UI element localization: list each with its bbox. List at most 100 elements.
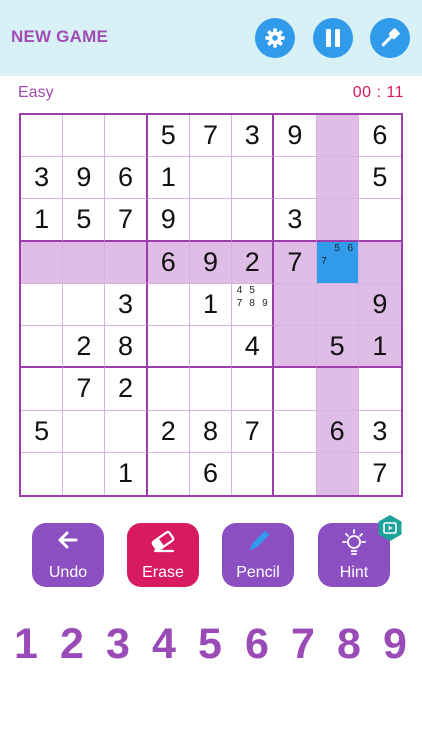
- number-key-9[interactable]: 9: [377, 618, 413, 670]
- sudoku-cell[interactable]: 3: [105, 283, 148, 327]
- sudoku-cell[interactable]: 5: [147, 115, 190, 158]
- sudoku-cell[interactable]: 45789: [232, 283, 275, 327]
- sudoku-cell[interactable]: [316, 115, 359, 158]
- sudoku-cell[interactable]: [232, 452, 275, 495]
- cell-value: 2: [76, 330, 92, 361]
- sudoku-cell[interactable]: [316, 283, 359, 327]
- sudoku-cell[interactable]: [105, 241, 148, 284]
- sudoku-cell[interactable]: [189, 157, 233, 200]
- sudoku-cell[interactable]: 3: [358, 411, 401, 453]
- sudoku-cell[interactable]: 9: [147, 199, 190, 242]
- sudoku-cell[interactable]: [232, 368, 275, 411]
- sudoku-cell[interactable]: [189, 326, 233, 369]
- sudoku-cell[interactable]: 9: [274, 115, 317, 158]
- sudoku-cell[interactable]: [232, 199, 275, 242]
- sudoku-cell[interactable]: 2: [232, 241, 275, 284]
- sudoku-cell[interactable]: [189, 199, 233, 242]
- new-game-button[interactable]: NEW GAME: [11, 27, 108, 47]
- number-key-3[interactable]: 3: [100, 618, 136, 670]
- sudoku-cell[interactable]: [274, 452, 317, 495]
- sudoku-cell[interactable]: [232, 157, 275, 200]
- sudoku-cell[interactable]: [21, 115, 64, 158]
- undo-button[interactable]: Undo: [32, 523, 104, 587]
- sudoku-cell[interactable]: [21, 326, 64, 369]
- sudoku-cell[interactable]: [21, 368, 64, 411]
- sudoku-cell[interactable]: 6: [190, 452, 233, 495]
- sudoku-cell[interactable]: [358, 241, 401, 284]
- erase-button[interactable]: Erase: [127, 523, 199, 587]
- sudoku-cell[interactable]: 3: [21, 157, 64, 200]
- sudoku-cell[interactable]: 6: [316, 410, 359, 453]
- number-key-8[interactable]: 8: [331, 618, 367, 670]
- sudoku-cell[interactable]: [63, 241, 106, 284]
- sudoku-cell[interactable]: 6: [147, 241, 190, 284]
- sudoku-cell[interactable]: [105, 115, 148, 158]
- sudoku-cell[interactable]: 3: [232, 115, 275, 158]
- number-key-2[interactable]: 2: [54, 618, 90, 670]
- sudoku-cell[interactable]: 5: [21, 410, 64, 453]
- sudoku-cell[interactable]: 8: [189, 410, 233, 453]
- sudoku-cell[interactable]: [316, 157, 359, 200]
- sudoku-cell[interactable]: [316, 368, 359, 411]
- sudoku-cell[interactable]: 7: [63, 368, 106, 411]
- pencil-button[interactable]: Pencil: [222, 523, 294, 587]
- sudoku-cell[interactable]: [274, 326, 317, 369]
- sudoku-cell[interactable]: [21, 283, 64, 327]
- pause-button[interactable]: [313, 18, 353, 58]
- sudoku-cell[interactable]: [358, 199, 401, 242]
- sudoku-cell[interactable]: [21, 241, 64, 284]
- sudoku-cell[interactable]: 1: [105, 452, 148, 495]
- sudoku-cell[interactable]: 2: [147, 410, 190, 453]
- sudoku-cell[interactable]: 1: [358, 326, 401, 369]
- sudoku-cell[interactable]: 7: [359, 453, 401, 495]
- sudoku-cell[interactable]: 7: [189, 115, 233, 158]
- play-video-icon[interactable]: [376, 514, 404, 542]
- sudoku-cell[interactable]: [274, 283, 317, 327]
- sudoku-cell[interactable]: [147, 368, 190, 411]
- sudoku-cell[interactable]: [274, 410, 317, 453]
- sudoku-cell[interactable]: [105, 410, 148, 453]
- sudoku-cell[interactable]: [316, 452, 359, 495]
- sudoku-cell[interactable]: 2: [105, 368, 148, 411]
- sudoku-cell[interactable]: [274, 157, 317, 200]
- number-key-7[interactable]: 7: [285, 618, 321, 670]
- sudoku-cell[interactable]: [63, 410, 106, 453]
- sudoku-cell[interactable]: 4: [232, 326, 275, 369]
- sudoku-cell[interactable]: 9: [189, 241, 233, 284]
- sudoku-cell[interactable]: 3: [274, 199, 317, 242]
- sudoku-cell[interactable]: [147, 326, 190, 369]
- sudoku-cell[interactable]: 56 7: [316, 241, 359, 284]
- sudoku-cell[interactable]: 6: [105, 157, 148, 200]
- sudoku-cell[interactable]: 7: [274, 241, 317, 284]
- sudoku-cell[interactable]: [63, 283, 106, 327]
- sudoku-cell[interactable]: 9: [63, 157, 106, 200]
- sudoku-cell[interactable]: 1: [189, 283, 233, 327]
- number-key-4[interactable]: 4: [146, 618, 182, 670]
- sudoku-cell[interactable]: [148, 452, 190, 495]
- number-key-5[interactable]: 5: [192, 618, 228, 670]
- sudoku-cell[interactable]: [63, 452, 106, 495]
- sudoku-cell[interactable]: 7: [232, 410, 275, 453]
- sudoku-cell[interactable]: [147, 283, 190, 327]
- sudoku-cell[interactable]: [358, 368, 401, 411]
- magic-wand-button[interactable]: [370, 18, 410, 58]
- sudoku-cell[interactable]: 9: [358, 283, 401, 327]
- sudoku-cell[interactable]: 1: [147, 157, 190, 200]
- sudoku-cell[interactable]: 1: [21, 199, 64, 242]
- sudoku-cell[interactable]: [316, 199, 359, 242]
- settings-button[interactable]: [255, 18, 295, 58]
- sudoku-cell[interactable]: [274, 368, 317, 411]
- sudoku-cell[interactable]: [63, 115, 106, 158]
- sudoku-cell[interactable]: 5: [63, 199, 106, 242]
- cell-value: 3: [287, 204, 303, 235]
- sudoku-cell[interactable]: [21, 452, 64, 495]
- sudoku-cell[interactable]: 8: [105, 326, 148, 369]
- number-key-6[interactable]: 6: [239, 618, 275, 670]
- sudoku-cell[interactable]: 5: [316, 326, 359, 369]
- number-key-1[interactable]: 1: [8, 618, 44, 670]
- sudoku-cell[interactable]: [189, 368, 233, 411]
- sudoku-cell[interactable]: 6: [358, 115, 401, 158]
- sudoku-cell[interactable]: 7: [105, 199, 148, 242]
- sudoku-cell[interactable]: 5: [358, 157, 401, 200]
- sudoku-cell[interactable]: 2: [63, 326, 106, 369]
